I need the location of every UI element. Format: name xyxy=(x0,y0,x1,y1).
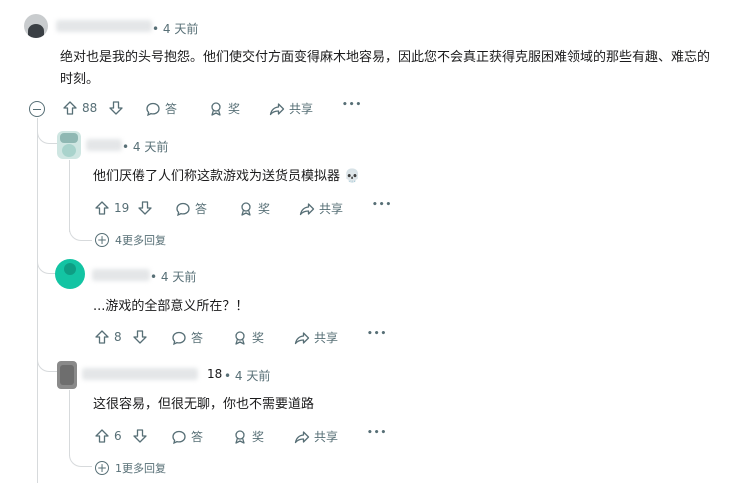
comment-time: • 4 天前 xyxy=(150,270,197,284)
plus-circle-icon: + xyxy=(95,461,109,475)
award-icon xyxy=(211,101,221,116)
comment-time: • 4 天前 xyxy=(224,369,271,383)
reply-bubble-icon xyxy=(176,202,190,216)
share-label: 共享 xyxy=(289,102,314,116)
username-suffix: 18 xyxy=(207,367,223,381)
avatar xyxy=(55,259,85,289)
reply-button[interactable]: 答 xyxy=(171,329,203,346)
thread-curve-more-2 xyxy=(69,450,92,467)
downvote-icon xyxy=(133,429,147,443)
thread-curve-3 xyxy=(37,356,58,372)
award-label: 奖 xyxy=(252,331,265,345)
share-icon xyxy=(299,202,315,215)
vote-count: 19 xyxy=(114,201,130,215)
upvote-icon xyxy=(95,201,109,215)
reply-button[interactable]: 答 xyxy=(145,100,177,117)
upvote-icon xyxy=(95,429,109,443)
downvote-button[interactable] xyxy=(108,100,124,116)
thread-curve-2 xyxy=(37,258,56,274)
collapse-thread-button[interactable] xyxy=(29,101,45,117)
downvote-button[interactable] xyxy=(132,428,148,444)
downvote-button[interactable] xyxy=(132,329,148,345)
username-redacted xyxy=(82,368,198,380)
share-icon xyxy=(294,430,310,443)
thread-curve-1 xyxy=(37,128,58,144)
vote-count: 88 xyxy=(82,101,98,115)
award-icon xyxy=(241,201,251,216)
username-redacted xyxy=(56,20,152,32)
reply-bubble-icon xyxy=(172,430,186,444)
downvote-icon xyxy=(138,201,152,215)
more-options-button[interactable]: ••• xyxy=(367,329,387,339)
award-button[interactable]: 奖 xyxy=(232,428,264,445)
award-button[interactable]: 奖 xyxy=(232,329,264,346)
vote-count: 8 xyxy=(114,330,122,344)
award-label: 奖 xyxy=(258,202,271,216)
share-button[interactable]: 共享 xyxy=(269,100,313,117)
award-button[interactable]: 奖 xyxy=(238,200,270,217)
thread-curve-more-1 xyxy=(69,225,92,241)
share-button[interactable]: 共享 xyxy=(294,428,338,445)
reply-bubble-icon xyxy=(172,331,186,345)
username-redacted xyxy=(86,139,122,151)
upvote-button[interactable]: 8 xyxy=(94,329,122,345)
award-button[interactable]: 奖 xyxy=(208,100,240,117)
upvote-icon xyxy=(63,101,77,115)
comment-time: • 4 天前 xyxy=(122,140,169,154)
more-options-button[interactable]: ••• xyxy=(367,428,387,438)
comment-text: 他们厌倦了人们称这款游戏为送货员模拟器 💀 xyxy=(93,169,361,184)
share-button[interactable]: 共享 xyxy=(294,329,338,346)
more-replies-button[interactable]: + 4更多回复 xyxy=(95,232,166,248)
more-options-icon: ••• xyxy=(367,428,388,438)
more-options-icon: ••• xyxy=(367,329,388,339)
comment-time: • 4 天前 xyxy=(152,22,199,36)
more-options-button[interactable]: ••• xyxy=(342,100,362,110)
thread-line-main xyxy=(37,118,38,483)
share-button[interactable]: 共享 xyxy=(299,200,343,217)
upvote-button[interactable]: 19 xyxy=(94,200,129,216)
share-icon xyxy=(269,102,285,115)
downvote-button[interactable] xyxy=(137,200,153,216)
share-label: 共享 xyxy=(319,202,344,216)
share-label: 共享 xyxy=(314,331,339,345)
thread-line-sub-3 xyxy=(69,390,70,456)
reply-button[interactable]: 答 xyxy=(175,200,207,217)
avatar xyxy=(57,361,77,389)
downvote-icon xyxy=(109,101,123,115)
more-replies-label: 4更多回复 xyxy=(115,234,166,247)
more-replies-label: 1更多回复 xyxy=(115,462,166,475)
reply-bubble-icon xyxy=(146,102,160,116)
upvote-button[interactable]: 88 xyxy=(62,100,97,116)
share-label: 共享 xyxy=(314,430,339,444)
thread-line-sub-1 xyxy=(69,160,70,232)
downvote-icon xyxy=(133,330,147,344)
upvote-icon xyxy=(95,330,109,344)
more-options-icon: ••• xyxy=(372,200,393,210)
reply-button[interactable]: 答 xyxy=(171,428,203,445)
reply-label: 答 xyxy=(191,331,204,345)
award-label: 奖 xyxy=(252,430,265,444)
award-label: 奖 xyxy=(228,102,241,116)
award-icon xyxy=(235,330,245,345)
username-redacted xyxy=(92,269,150,281)
reply-label: 答 xyxy=(191,430,204,444)
more-options-button[interactable]: ••• xyxy=(372,200,392,210)
award-icon xyxy=(235,429,245,444)
share-icon xyxy=(294,331,310,344)
avatar xyxy=(24,14,48,38)
comment-text: ...游戏的全部意义所在？！ xyxy=(93,299,249,314)
more-options-icon: ••• xyxy=(342,100,363,110)
vote-count: 6 xyxy=(114,429,122,443)
upvote-button[interactable]: 6 xyxy=(94,428,122,444)
more-replies-button[interactable]: + 1更多回复 xyxy=(95,460,166,476)
reply-label: 答 xyxy=(195,202,208,216)
comment-text: 绝对也是我的头号抱怨。他们使交付方面变得麻木地容易，因此您不会真正获得克服困难领… xyxy=(60,50,711,87)
avatar xyxy=(57,131,81,159)
comment-text: 这很容易，但很无聊，你也不需要道路 xyxy=(93,397,315,412)
reply-label: 答 xyxy=(165,102,178,116)
plus-circle-icon: + xyxy=(95,233,109,247)
